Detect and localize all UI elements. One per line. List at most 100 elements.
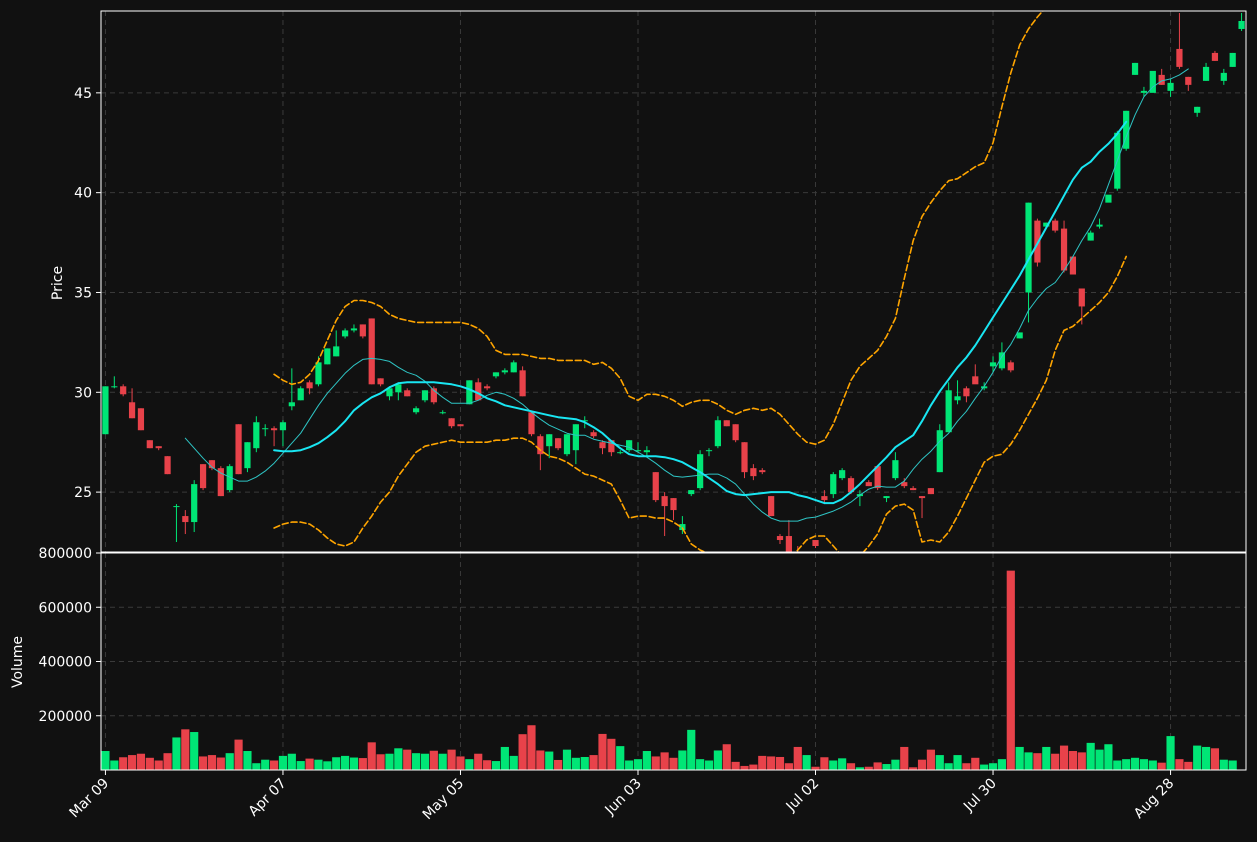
volume-bar bbox=[935, 755, 944, 770]
volume-bar bbox=[1148, 760, 1157, 770]
volume-bar bbox=[642, 751, 651, 770]
volume-bar bbox=[1077, 752, 1086, 770]
volume-bar bbox=[119, 757, 128, 770]
volume-bar bbox=[456, 756, 465, 770]
volume-bar bbox=[802, 755, 811, 770]
candle-body bbox=[555, 438, 562, 449]
candle-body bbox=[972, 376, 979, 385]
volume-bar bbox=[127, 755, 137, 770]
candle-body bbox=[572, 424, 579, 451]
candle-body bbox=[270, 428, 278, 431]
volume-bar bbox=[438, 753, 447, 770]
candle-body bbox=[741, 442, 748, 473]
volume-bar bbox=[243, 751, 252, 770]
candle-body bbox=[1007, 362, 1014, 371]
candle-body bbox=[439, 412, 446, 414]
volume-bar bbox=[873, 762, 882, 770]
candle-body bbox=[1025, 202, 1032, 293]
candle-body bbox=[1194, 106, 1201, 113]
volume-bar bbox=[1157, 762, 1166, 770]
volume-bar bbox=[1139, 759, 1149, 770]
volume-bar bbox=[234, 739, 243, 770]
candle-body bbox=[1096, 224, 1103, 227]
candle-body bbox=[865, 482, 872, 487]
volume-bar bbox=[731, 761, 740, 770]
volume-bar bbox=[722, 744, 731, 770]
candle-body bbox=[989, 362, 997, 367]
candle-body bbox=[1176, 48, 1183, 67]
candle-body bbox=[191, 484, 198, 523]
candle-body bbox=[377, 378, 384, 385]
candle-body bbox=[652, 472, 659, 501]
candle-body bbox=[421, 390, 429, 401]
candle-body bbox=[1229, 52, 1236, 67]
candle-body bbox=[510, 362, 517, 373]
candle-body bbox=[1158, 74, 1165, 85]
volume-bar bbox=[1219, 759, 1228, 770]
volume-bar bbox=[980, 764, 989, 770]
candle-body bbox=[111, 386, 118, 388]
candle-body bbox=[1220, 72, 1227, 81]
price-tick-label: 25 bbox=[74, 485, 92, 501]
volume-bar bbox=[1059, 745, 1069, 770]
candle-body bbox=[892, 460, 899, 479]
volume-bar bbox=[988, 763, 998, 770]
candle-body bbox=[963, 388, 970, 397]
volume-bar bbox=[136, 753, 146, 770]
volume-bar bbox=[269, 760, 279, 770]
candle-body bbox=[1167, 82, 1174, 91]
candle-body bbox=[830, 474, 837, 495]
volume-bar bbox=[651, 756, 660, 770]
volume-tick-label: 600000 bbox=[39, 600, 92, 616]
volume-bar bbox=[633, 759, 643, 770]
candle-body bbox=[412, 408, 420, 413]
volume-bar bbox=[1113, 760, 1122, 770]
volume-bar bbox=[580, 756, 589, 770]
candle-body bbox=[723, 420, 730, 427]
volume-bar bbox=[447, 749, 456, 770]
candle-body bbox=[120, 386, 127, 395]
volume-bar bbox=[261, 759, 270, 770]
candle-body bbox=[1211, 52, 1219, 61]
candle-body bbox=[768, 496, 775, 517]
volume-bar bbox=[429, 750, 438, 770]
price-tick-label: 45 bbox=[74, 86, 92, 102]
candle-body bbox=[1140, 90, 1148, 93]
volume-bar bbox=[278, 755, 288, 770]
volume-bar bbox=[190, 732, 199, 770]
volume-bar bbox=[1193, 745, 1202, 770]
volume-bar bbox=[562, 749, 572, 770]
volume-bar bbox=[1210, 748, 1220, 770]
volume-bar bbox=[287, 753, 296, 770]
volume-bar bbox=[110, 760, 119, 770]
volume-bar bbox=[749, 764, 758, 770]
volume-tick-label: 400000 bbox=[39, 655, 92, 671]
candle-body bbox=[776, 536, 784, 541]
volume-bar bbox=[198, 756, 208, 770]
volume-bar bbox=[1033, 753, 1042, 770]
candle-body bbox=[182, 516, 189, 523]
candle-body bbox=[1060, 228, 1068, 271]
volume-bar bbox=[571, 757, 580, 770]
volume-bar bbox=[962, 763, 971, 770]
volume-bar bbox=[1175, 759, 1184, 770]
candle-body bbox=[404, 390, 411, 397]
volume-bar bbox=[509, 755, 518, 770]
candle-body bbox=[661, 496, 668, 507]
volume-bar bbox=[900, 746, 909, 770]
volume-bar bbox=[483, 760, 492, 770]
price-tick-label: 35 bbox=[74, 285, 92, 301]
candle-body bbox=[395, 384, 402, 393]
candle-body bbox=[883, 496, 890, 499]
candle-body bbox=[288, 402, 295, 407]
volume-bar bbox=[1201, 746, 1211, 770]
candle-body bbox=[954, 396, 961, 401]
volume-bar bbox=[740, 765, 749, 770]
candle-body bbox=[714, 420, 721, 447]
candle-body bbox=[546, 434, 553, 447]
volume-bar bbox=[163, 753, 172, 770]
candle-body bbox=[1185, 76, 1192, 85]
candle-body bbox=[262, 428, 269, 430]
candle-body bbox=[918, 496, 926, 499]
candle-body bbox=[137, 408, 145, 431]
